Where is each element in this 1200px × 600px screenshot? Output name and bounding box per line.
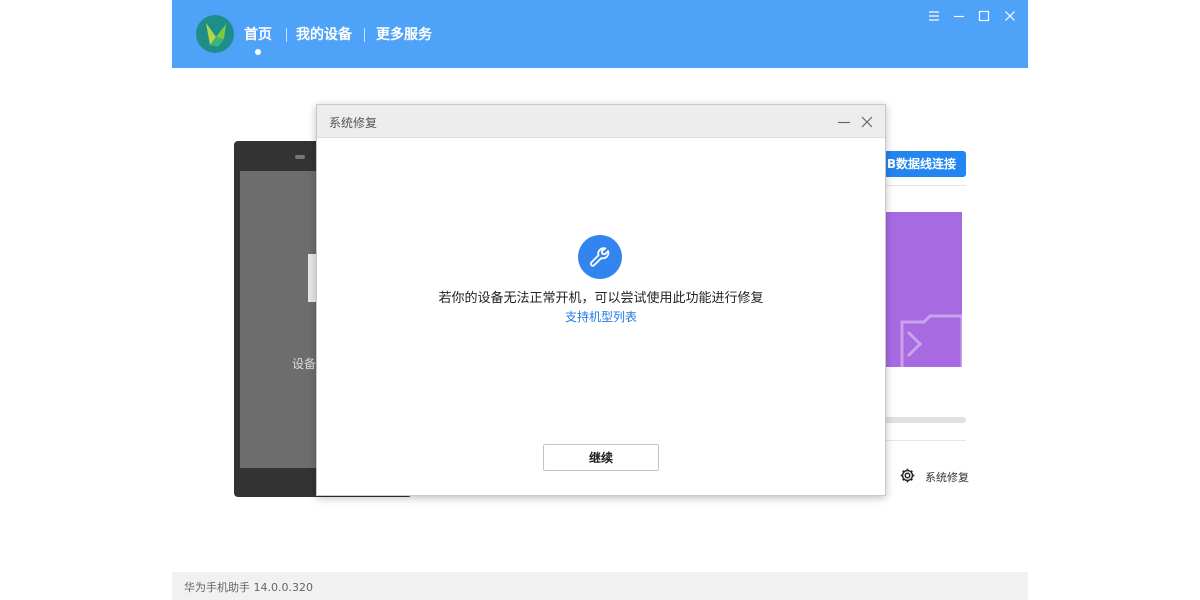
top-bar: 首页 我的设备 更多服务	[172, 0, 1028, 68]
progress-bar	[884, 417, 966, 423]
dialog-close-icon[interactable]	[860, 114, 874, 128]
dialog-minimize-icon[interactable]	[837, 114, 851, 128]
phone-status-text: 设备	[292, 357, 317, 371]
close-icon[interactable]	[1002, 8, 1018, 24]
supported-models-link[interactable]: 支持机型列表	[317, 308, 885, 325]
nav-divider	[286, 28, 287, 42]
menu-icon[interactable]	[926, 8, 942, 24]
nav-my-devices[interactable]: 我的设备	[296, 25, 352, 45]
gear-icon[interactable]	[899, 467, 916, 484]
divider	[884, 185, 966, 186]
phone-speaker	[295, 155, 305, 159]
continue-button[interactable]: 继续	[543, 444, 659, 471]
dialog-title: 系统修复	[329, 116, 378, 130]
maximize-icon[interactable]	[976, 8, 992, 24]
version-text: 华为手机助手 14.0.0.320	[184, 581, 313, 594]
dialog-title-bar: 系统修复	[317, 105, 885, 138]
system-repair-dialog: 系统修复 若你的设备无法正常开机，可以尝试使用此功能进行修复 支持机型列表 继续	[316, 104, 886, 496]
wrench-icon	[578, 235, 622, 279]
minimize-icon[interactable]	[951, 8, 967, 24]
status-bar: 华为手机助手 14.0.0.320	[172, 572, 1028, 600]
nav-home[interactable]: 首页	[244, 25, 272, 45]
nav-more-services[interactable]: 更多服务	[376, 25, 432, 45]
nav-active-indicator	[255, 49, 261, 55]
dialog-message: 若你的设备无法正常开机，可以尝试使用此功能进行修复	[438, 291, 764, 306]
promo-banner[interactable]	[884, 212, 962, 367]
system-repair-link[interactable]: 系统修复	[925, 469, 969, 485]
app-logo-icon	[196, 15, 234, 53]
divider	[884, 440, 966, 441]
usb-connect-button[interactable]: B数据线连接	[872, 151, 966, 177]
nav-divider	[364, 28, 365, 42]
